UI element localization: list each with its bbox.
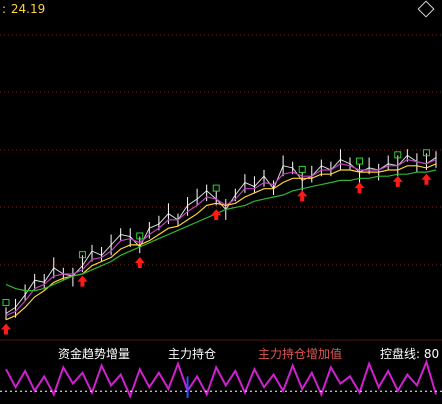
chart-svg (0, 34, 442, 399)
ma-long-line (5, 169, 437, 292)
buy-signal-arrow (134, 256, 145, 268)
kline-chart-panel (0, 0, 442, 400)
buy-signal-arrow (421, 173, 432, 185)
buy-signal-arrow (297, 190, 308, 202)
buy-signal-arrow (77, 275, 88, 287)
ma-fast-line (5, 163, 437, 321)
legend-item-position-increase: 主力持仓增加值 (258, 347, 343, 361)
header-value: 24.19 (10, 2, 46, 16)
price-line (5, 154, 437, 314)
buy-signal-arrow (1, 323, 11, 335)
ma-mid-line (5, 158, 437, 317)
buy-signal-arrow (392, 175, 403, 187)
green-marker (298, 165, 306, 173)
indicator-header: : 24.19 (2, 0, 45, 18)
header-label: : (2, 2, 7, 16)
legend-item-control-line: 控盘线: 80 (380, 347, 440, 361)
buy-signal-arrow (354, 182, 365, 194)
green-marker (356, 157, 364, 165)
green-marker (2, 299, 10, 307)
buy-signal-arrow (211, 209, 222, 221)
green-marker (212, 184, 220, 192)
legend-item-capital-trend: 资金趋势增量 (58, 347, 131, 361)
legend-item-main-position: 主力持仓 (168, 347, 217, 361)
